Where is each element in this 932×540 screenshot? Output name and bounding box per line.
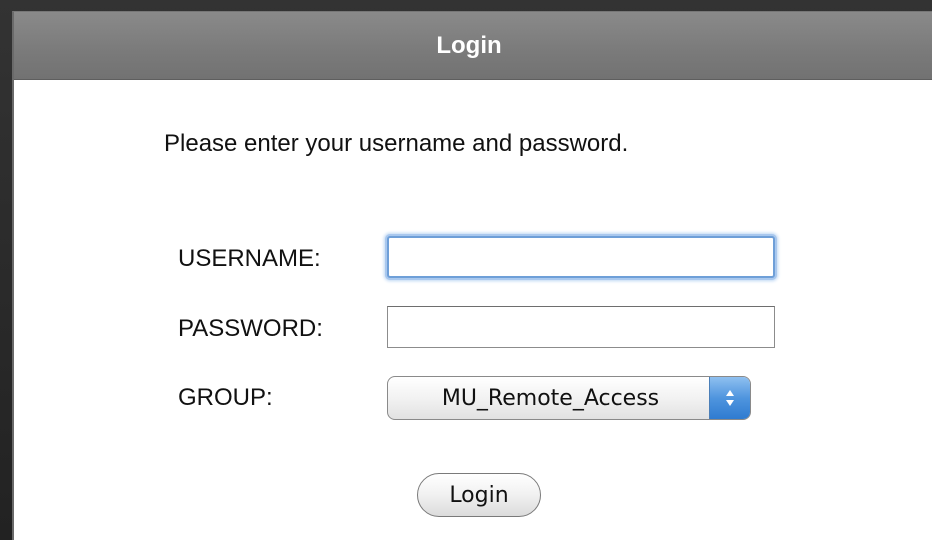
login-dialog: Login Please enter your username and pas… xyxy=(12,11,932,540)
username-input[interactable] xyxy=(387,236,775,278)
group-select-value: MU_Remote_Access xyxy=(441,385,660,411)
login-button[interactable]: Login xyxy=(417,473,541,517)
password-input[interactable] xyxy=(387,306,775,348)
password-label: PASSWORD: xyxy=(178,315,323,342)
dialog-titlebar: Login xyxy=(14,12,932,80)
dialog-title: Login xyxy=(436,31,502,59)
login-prompt: Please enter your username and password. xyxy=(164,130,629,157)
window-frame: Login Please enter your username and pas… xyxy=(0,0,932,540)
select-arrows-glyph xyxy=(726,390,734,406)
group-select[interactable]: MU_Remote_Access xyxy=(387,376,751,420)
username-label: USERNAME: xyxy=(178,245,321,272)
up-down-chevron-icon xyxy=(709,377,750,419)
group-label: GROUP: xyxy=(178,384,273,411)
